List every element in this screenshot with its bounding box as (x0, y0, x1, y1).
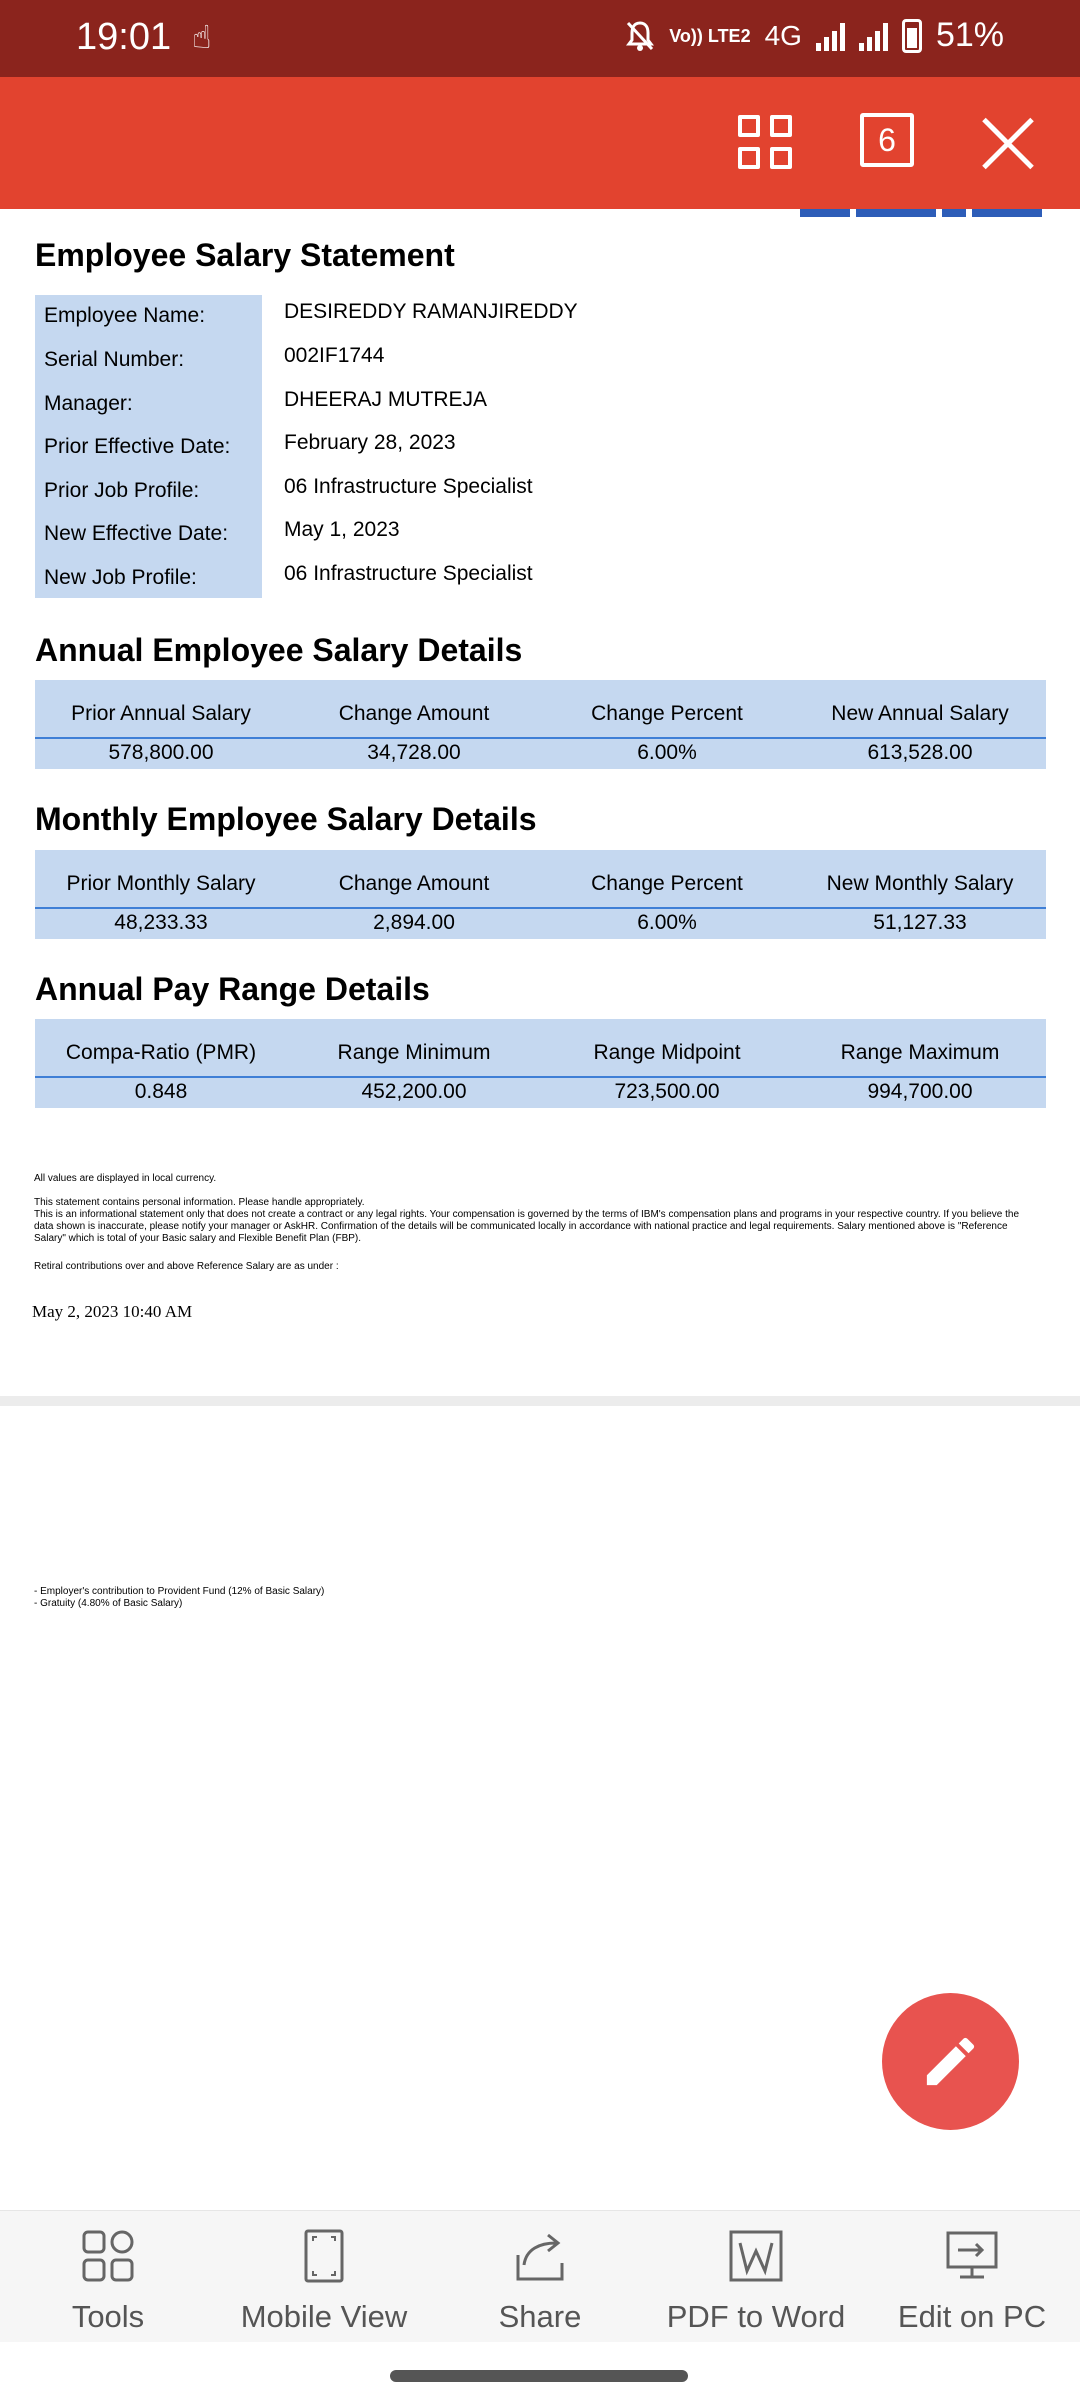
page-separator (0, 1396, 1080, 1406)
mobile-view-button[interactable]: Mobile View (216, 2211, 432, 2343)
table-cell: 2,894.00 (373, 911, 455, 934)
battery-icon (901, 18, 922, 53)
table-header: Range Midpoint (593, 1041, 741, 1064)
info-value: 06 Infrastructure Specialist (284, 475, 533, 498)
info-label: Manager: (44, 392, 133, 415)
app-bar: 6 (0, 77, 1080, 209)
info-label: New Effective Date: (44, 522, 229, 545)
tool-label: Mobile View (240, 2299, 408, 2334)
info-label: Serial Number: (44, 348, 185, 371)
signal-icon-2 (858, 21, 888, 51)
info-value: May 1, 2023 (284, 518, 400, 541)
pencil-icon (926, 2037, 975, 2086)
tool-label: Share (498, 2299, 582, 2334)
word-icon (729, 2230, 783, 2282)
mobile-view-icon (304, 2229, 344, 2283)
table-header: Change Percent (591, 702, 743, 725)
table-header: Change Percent (591, 872, 743, 895)
pc-icon (946, 2231, 998, 2279)
share-icon (516, 2233, 564, 2281)
table-header: Change Amount (338, 702, 490, 725)
table-cell: 452,200.00 (361, 1080, 467, 1103)
info-label: New Job Profile: (44, 566, 197, 589)
pdf-to-word-button[interactable]: PDF to Word (648, 2211, 864, 2343)
info-value: DESIREDDY RAMANJIREDDY (284, 300, 578, 323)
mute-icon (626, 20, 655, 51)
close-icon[interactable] (980, 115, 1036, 171)
info-label: Employee Name: (44, 304, 206, 327)
table-header: Prior Monthly Salary (66, 872, 256, 895)
volte-label: Vo)) LTE2 (669, 25, 751, 46)
share-button[interactable]: Share (432, 2211, 648, 2343)
info-value: 06 Infrastructure Specialist (284, 562, 533, 585)
tool-label: PDF to Word (666, 2299, 846, 2334)
tool-label: Tools (71, 2299, 145, 2334)
table-header: Change Amount (338, 872, 490, 895)
annual-salary-table: Prior Annual Salary Change Amount Change… (35, 680, 1046, 769)
ibm-logo (800, 209, 1044, 217)
currency-note: All values are displayed in local curren… (34, 1173, 217, 1184)
table-header: Range Maximum (840, 1041, 1000, 1064)
info-label: Prior Job Profile: (44, 479, 200, 502)
pay-range-table: Compa-Ratio (PMR) Range Minimum Range Mi… (35, 1019, 1046, 1108)
disclaimer-note: This is an informational statement only … (34, 1209, 1020, 1244)
pay-range-section-title: Annual Pay Range Details (35, 971, 430, 1007)
monthly-section-title: Monthly Employee Salary Details (35, 801, 537, 837)
network-label: 4G (764, 19, 802, 51)
table-header: New Annual Salary (831, 702, 1009, 725)
monthly-salary-table: Prior Monthly Salary Change Amount Chang… (35, 850, 1046, 939)
touch-gesture-icon: ☝ (192, 19, 212, 55)
table-cell: 0.848 (134, 1080, 188, 1103)
table-cell: 613,528.00 (867, 741, 973, 764)
table-header: Prior Annual Salary (71, 702, 251, 725)
info-label: Prior Effective Date: (44, 435, 231, 458)
info-value: 002IF1744 (284, 344, 385, 367)
edit-fab-button[interactable] (882, 1993, 1019, 2130)
tools-icon (82, 2230, 134, 2282)
retiral-note: Retiral contributions over and above Ref… (34, 1261, 339, 1272)
pf-contribution-line: - Employer's contribution to Provident F… (34, 1586, 325, 1597)
annual-section-title: Annual Employee Salary Details (35, 632, 523, 668)
bottom-toolbar: Tools Mobile View Share PDF to Word Edit… (0, 2210, 1080, 2342)
signal-icon (815, 21, 845, 51)
page-title: Employee Salary Statement (35, 237, 455, 273)
table-header: Range Minimum (337, 1041, 491, 1064)
status-time: 19:01 (76, 16, 172, 58)
tool-label: Edit on PC (897, 2299, 1047, 2334)
status-indicators: Vo)) LTE2 4G 51% (625, 16, 1004, 55)
personal-info-note: This statement contains personal informa… (34, 1197, 365, 1208)
gratuity-line: - Gratuity (4.80% of Basic Salary) (34, 1598, 183, 1609)
battery-percent: 51% (935, 16, 1004, 54)
table-cell: 34,728.00 (367, 741, 461, 764)
table-header: Compa-Ratio (PMR) (65, 1041, 257, 1064)
info-value: February 28, 2023 (284, 431, 456, 454)
table-cell: 723,500.00 (614, 1080, 720, 1103)
table-cell: 51,127.33 (873, 911, 967, 934)
table-cell: 6.00% (637, 911, 697, 934)
table-cell: 6.00% (637, 741, 697, 764)
table-cell: 578,800.00 (108, 741, 214, 764)
gesture-nav-handle[interactable] (390, 2370, 688, 2382)
grid-view-icon[interactable] (738, 115, 794, 171)
print-timestamp: May 2, 2023 10:40 AM (32, 1302, 193, 1321)
info-value: DHEERAJ MUTREJA (284, 388, 488, 411)
table-cell: 994,700.00 (867, 1080, 973, 1103)
status-bar: 19:01 ☝ Vo)) LTE2 4G 51% (0, 0, 1080, 77)
tools-button[interactable]: Tools (0, 2211, 216, 2343)
table-header: New Monthly Salary (826, 872, 1014, 895)
edit-on-pc-button[interactable]: Edit on PC (864, 2211, 1080, 2343)
table-cell: 48,233.33 (114, 911, 208, 934)
page-count-button[interactable]: 6 (860, 113, 914, 167)
